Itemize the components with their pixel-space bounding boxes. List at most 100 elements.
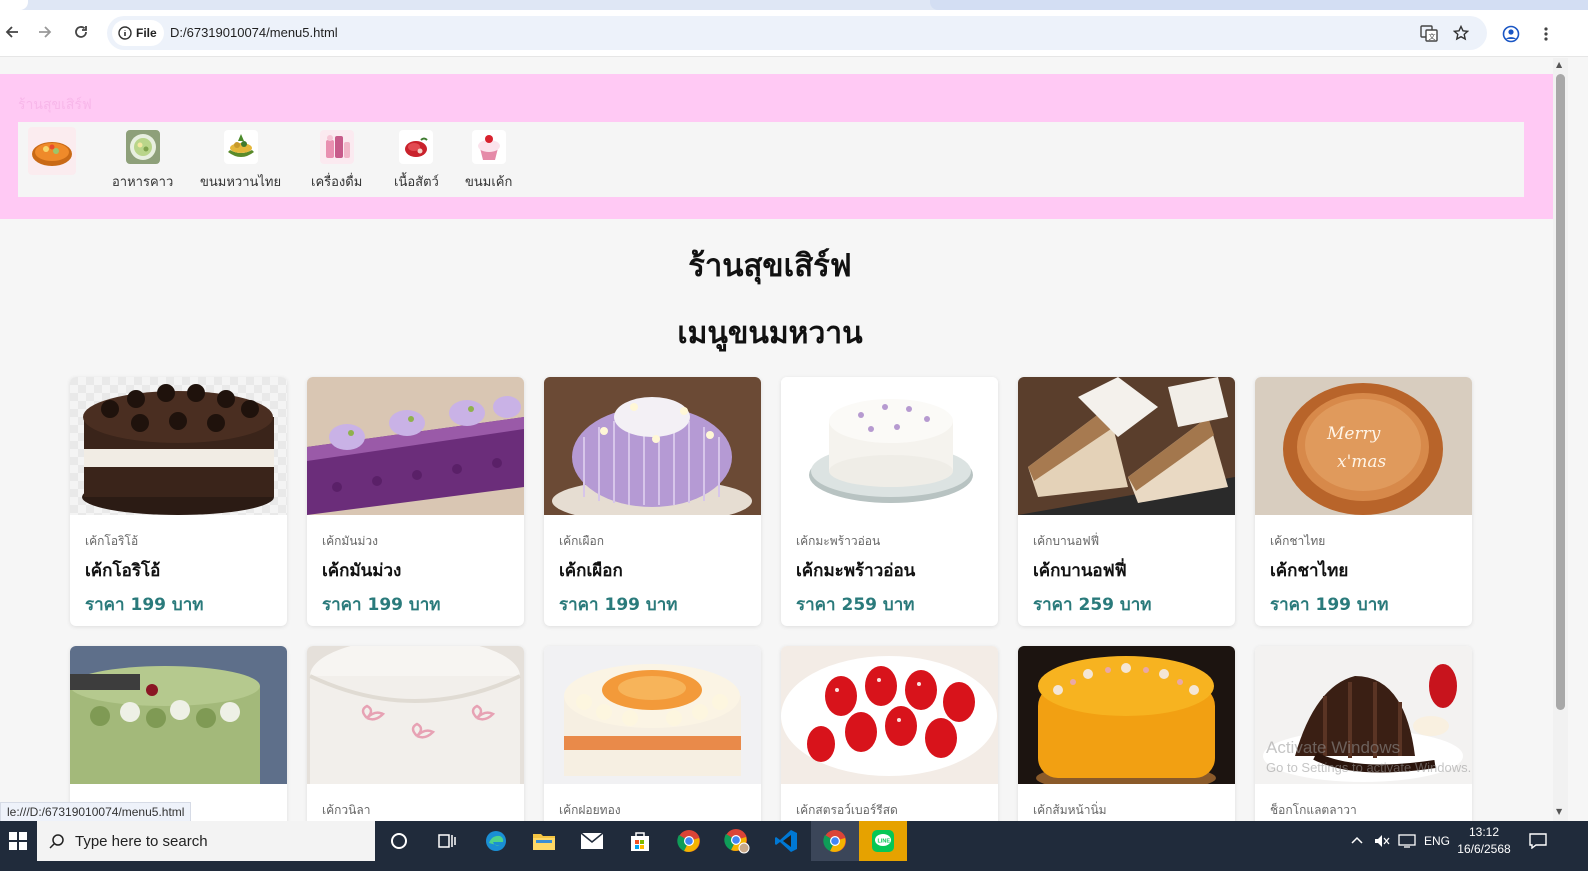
menu-card[interactable]: เค้กส้มหน้านิ่ม bbox=[1018, 646, 1235, 821]
card-category: เค้กชาไทย bbox=[1270, 534, 1326, 548]
back-button[interactable] bbox=[0, 20, 24, 44]
card-price: ราคา 259 บาท bbox=[796, 595, 915, 615]
status-bar-link: le:///D:/67319010074/menu5.html bbox=[0, 802, 192, 821]
card-category: เค้กเผือก bbox=[559, 534, 604, 548]
menu-card[interactable]: เค้กเผือก เค้กเผือก ราคา 199 บาท bbox=[544, 377, 761, 626]
menu-card[interactable]: เค้กมะพร้าวอ่อน เค้กมะพร้าวอ่อน ราคา 259… bbox=[781, 377, 998, 626]
url-text[interactable]: D:/67319010074/menu5.html bbox=[170, 25, 338, 40]
info-icon bbox=[118, 26, 132, 40]
card-price: ราคา 199 บาท bbox=[85, 595, 204, 615]
address-bar[interactable]: File D:/67319010074/menu5.html 文 bbox=[107, 16, 1487, 50]
forward-button[interactable] bbox=[33, 20, 57, 44]
taskbar-chrome-profile[interactable] bbox=[713, 821, 761, 861]
taro-cake-image bbox=[544, 377, 761, 523]
site-header: ร้านสุขเสิร์ฟ อาหารคาว ขนมหวานไทย เครื่อ… bbox=[0, 74, 1553, 219]
speaker-muted-icon[interactable] bbox=[1374, 834, 1390, 848]
translate-icon[interactable]: 文 bbox=[1420, 24, 1438, 42]
taskbar-mail[interactable] bbox=[568, 821, 616, 861]
more-menu-icon[interactable] bbox=[1534, 22, 1558, 46]
notification-icon bbox=[1529, 833, 1547, 849]
nav-item-cake[interactable]: ขนมเค้ก bbox=[465, 130, 512, 192]
bookmark-star-icon[interactable] bbox=[1452, 24, 1470, 42]
svg-text:LINE: LINE bbox=[878, 839, 891, 845]
tab-strip bbox=[0, 0, 1588, 10]
card-category: เค้กสตรอว์เบอร์รีสด bbox=[796, 803, 898, 817]
card-name: เค้กบานอฟฟี่ bbox=[1033, 561, 1127, 581]
clock-time: 13:12 bbox=[1468, 825, 1500, 839]
start-button[interactable] bbox=[0, 821, 36, 861]
card-category: ช็อกโกแลตลาวา bbox=[1270, 803, 1357, 817]
menu-card[interactable]: เค้กบานอฟฟี่ เค้กบานอฟฟี่ ราคา 259 บาท bbox=[1018, 377, 1235, 626]
nav-item-savory[interactable]: อาหารคาว bbox=[112, 130, 173, 192]
card-name: เค้กโอริโอ้ bbox=[85, 561, 161, 581]
card-price: ราคา 259 บาท bbox=[1033, 595, 1152, 615]
menu-card[interactable]: เค้กฝอยทอง bbox=[544, 646, 761, 821]
food-bowl-icon bbox=[28, 127, 76, 175]
scroll-up-icon[interactable]: ▲ bbox=[1556, 60, 1562, 69]
taskbar-clock[interactable]: 13:12 16/6/2568 bbox=[1452, 824, 1516, 858]
taskbar-store[interactable] bbox=[616, 821, 664, 861]
vertical-scrollbar[interactable]: ▲ ▼ bbox=[1553, 58, 1568, 821]
card-name: เค้กมันม่วง bbox=[322, 561, 402, 581]
card-category: เค้กส้มหน้านิ่ม bbox=[1033, 803, 1107, 817]
meat-icon bbox=[399, 130, 434, 164]
card-category: เค้กบานอฟฟี่ bbox=[1033, 534, 1100, 548]
vscode-icon bbox=[775, 830, 797, 852]
taskbar-file-explorer[interactable] bbox=[520, 821, 568, 861]
back-arrow-icon bbox=[5, 26, 18, 38]
taskbar-chrome[interactable] bbox=[665, 821, 713, 861]
nav-item-meat[interactable]: เนื้อสัตว์ bbox=[394, 130, 439, 192]
vanilla-cake-image bbox=[307, 646, 524, 784]
cake-icon bbox=[471, 130, 506, 164]
banoffee-cake-image bbox=[1018, 377, 1235, 515]
card-category: เค้กฝอยทอง bbox=[559, 803, 621, 817]
nav-item-drinks[interactable]: เครื่องดื่ม bbox=[311, 130, 362, 192]
thai-dessert-icon bbox=[223, 130, 258, 164]
reload-button[interactable] bbox=[69, 20, 93, 44]
taskbar-edge[interactable] bbox=[472, 821, 520, 861]
task-view-button[interactable] bbox=[423, 821, 471, 861]
folder-icon bbox=[533, 834, 555, 850]
active-tab[interactable] bbox=[0, 0, 28, 10]
taskbar-search-placeholder: Type here to search bbox=[75, 832, 208, 850]
taskbar-line[interactable]: LINE bbox=[859, 821, 907, 861]
scroll-down-icon[interactable]: ▼ bbox=[1556, 807, 1562, 816]
menu-card[interactable]: เค้กสตรอว์เบอร์รีสด bbox=[781, 646, 998, 821]
line-app-icon: LINE bbox=[872, 830, 894, 852]
menu-card[interactable]: Merry x'mas เค้กชาไทย เค้กชาไทย ราคา 199… bbox=[1255, 377, 1472, 626]
header-faint-title: ร้านสุขเสิร์ฟ bbox=[18, 96, 92, 112]
taskbar-chrome-active[interactable] bbox=[811, 821, 859, 861]
windows-activation-watermark: Activate Windows Go to Settings to activ… bbox=[1266, 738, 1471, 775]
cortana-button[interactable] bbox=[375, 821, 423, 861]
taskbar-search-box[interactable]: Type here to search bbox=[37, 821, 375, 861]
menu-card[interactable]: เค้กวนิลา bbox=[307, 646, 524, 821]
task-view-icon bbox=[438, 834, 456, 848]
windows-taskbar: Type here to search LINE ENG 13:12 16/6/ bbox=[0, 821, 1588, 871]
menu-card[interactable]: ช็อกโกแลตลาวา bbox=[1255, 646, 1472, 821]
site-info-label: File bbox=[136, 26, 157, 40]
taskbar-vscode[interactable] bbox=[762, 821, 810, 861]
menu-card[interactable] bbox=[70, 646, 287, 821]
menu-card[interactable]: เค้กมันม่วง เค้กมันม่วง ราคา 199 บาท bbox=[307, 377, 524, 626]
tab-strip-background bbox=[930, 0, 1588, 10]
network-icon[interactable] bbox=[1398, 834, 1416, 848]
chevron-up-icon[interactable] bbox=[1350, 834, 1364, 848]
forward-arrow-icon bbox=[39, 26, 52, 38]
foi-thong-cake-image bbox=[544, 646, 761, 784]
card-name: เค้กเผือก bbox=[559, 561, 623, 581]
menu-card[interactable]: เค้กโอริโอ้ เค้กโอริโอ้ ราคา 199 บาท bbox=[70, 377, 287, 626]
system-tray: ENG bbox=[1350, 821, 1450, 861]
purple-sweet-potato-cake-image bbox=[307, 377, 524, 515]
nav-item-home[interactable] bbox=[28, 127, 76, 182]
input-language[interactable]: ENG bbox=[1424, 834, 1450, 848]
profile-icon[interactable] bbox=[1499, 22, 1523, 46]
notifications-button[interactable] bbox=[1520, 821, 1556, 861]
site-info-chip[interactable]: File bbox=[112, 20, 164, 46]
category-nav: อาหารคาว ขนมหวานไทย เครื่องดื่ม เนื้อสัต… bbox=[18, 122, 1524, 197]
scrollbar-thumb[interactable] bbox=[1556, 74, 1565, 710]
nav-item-thai-dessert[interactable]: ขนมหวานไทย bbox=[200, 130, 281, 192]
nav-label: ขนมหวานไทย bbox=[200, 175, 282, 190]
nav-label: เครื่องดื่ม bbox=[311, 175, 363, 190]
card-price: ราคา 199 บาท bbox=[322, 595, 441, 615]
nav-label: ขนมเค้ก bbox=[465, 175, 513, 190]
